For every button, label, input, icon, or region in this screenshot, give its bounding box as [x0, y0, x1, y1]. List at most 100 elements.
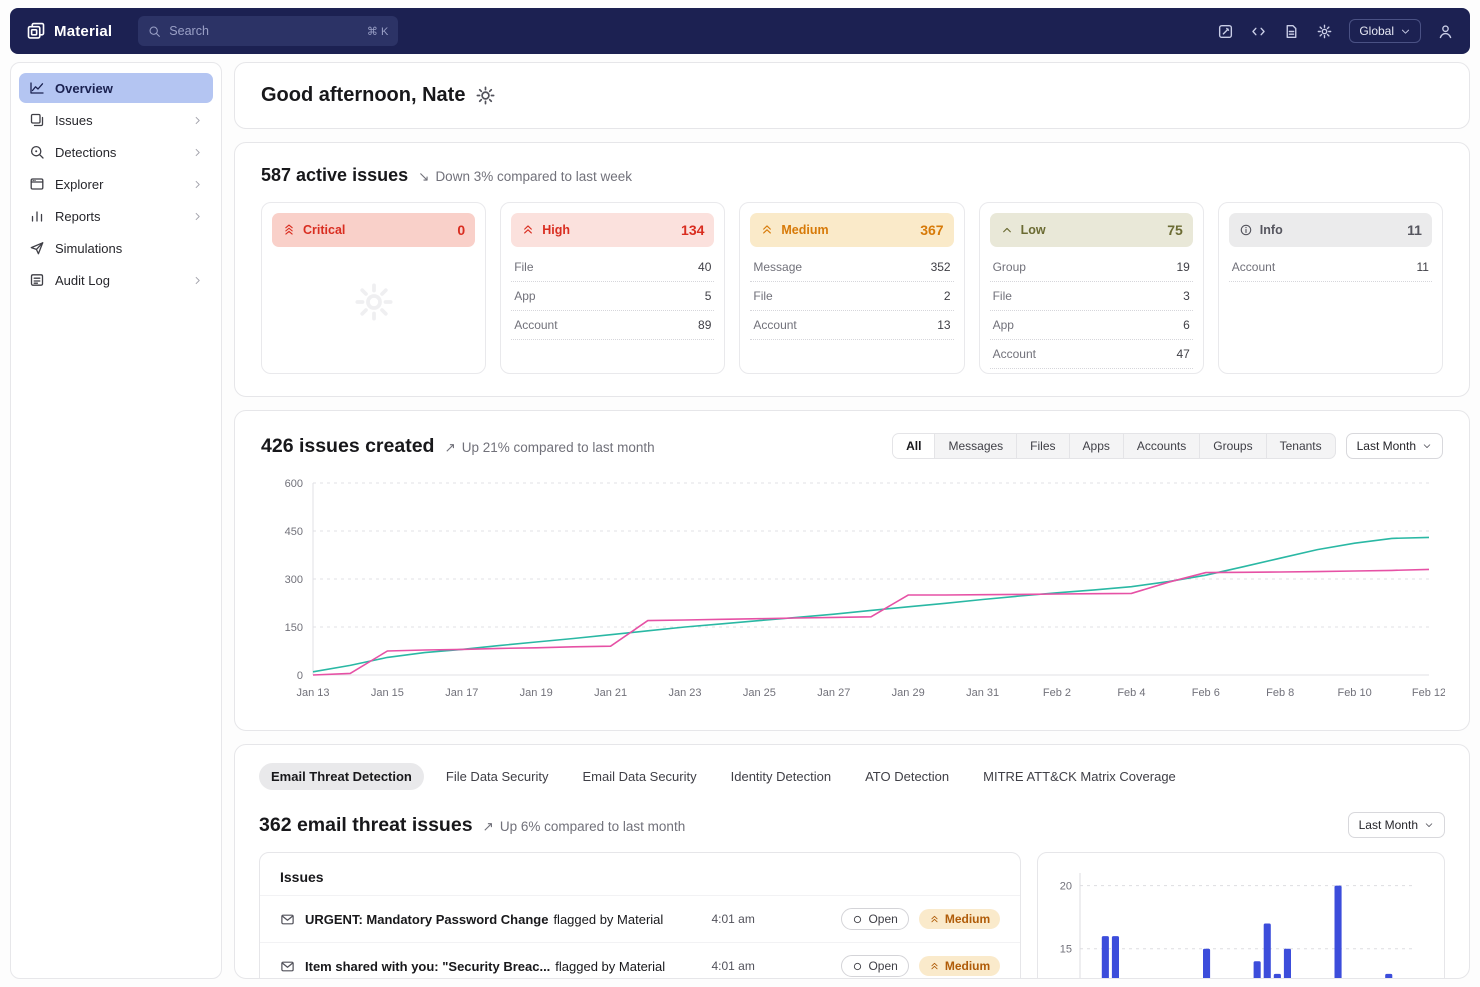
severity-label: Info: [1260, 223, 1283, 237]
main-content: Good afternoon, Nate 587 active issues ↘…: [234, 62, 1470, 979]
sidebar-item-label: Simulations: [55, 241, 122, 256]
code-icon[interactable]: [1250, 23, 1267, 40]
svg-text:Jan 15: Jan 15: [371, 687, 404, 699]
sidebar-item-label: Detections: [55, 145, 116, 160]
email-threats-bar-chart-card: 101520: [1037, 852, 1445, 979]
sidebar: OverviewIssues Detections Explorer Reports S…: [10, 62, 222, 979]
chevrons-up-2-icon: [760, 223, 774, 237]
search-box[interactable]: ⌘ K: [138, 16, 398, 46]
detection-tab-email-data-security[interactable]: Email Data Security: [570, 763, 708, 790]
nav-left: Material ⌘ K: [26, 16, 398, 46]
svg-text:15: 15: [1060, 944, 1072, 956]
status-badge[interactable]: Open: [841, 908, 908, 930]
severity-badge[interactable]: Medium: [919, 909, 1000, 929]
document-icon[interactable]: [1283, 23, 1300, 40]
filter-tab-files[interactable]: Files: [1017, 434, 1069, 458]
sidebar-item-simulations[interactable]: Simulations: [19, 233, 213, 263]
svg-text:Jan 23: Jan 23: [668, 687, 701, 699]
svg-text:0: 0: [297, 670, 303, 682]
svg-text:150: 150: [285, 622, 303, 634]
svg-text:Jan 25: Jan 25: [743, 687, 776, 699]
sidebar-item-issues[interactable]: Issues: [19, 105, 213, 135]
search-input[interactable]: [169, 24, 359, 38]
greeting-text: Good afternoon, Nate: [261, 84, 465, 107]
user-icon[interactable]: [1437, 23, 1454, 40]
issue-time: 4:01 am: [711, 912, 831, 926]
severity-card-low[interactable]: Low75Group19File3App6Account47: [979, 202, 1204, 374]
severity-card-critical[interactable]: Critical0: [261, 202, 486, 374]
top-nav: Material ⌘ K Global: [10, 8, 1470, 54]
issue-title: Item shared with you: "Security Breac...…: [305, 959, 701, 974]
chevron-right-icon: [192, 275, 203, 286]
email-threats-trend: ↗ Up 6% compared to last month: [483, 819, 686, 835]
chevron-down-icon: [1422, 441, 1432, 451]
log-icon: [29, 272, 45, 288]
chevron-down-icon: [1400, 26, 1411, 37]
active-issues-trend: ↘ Down 3% compared to last week: [418, 169, 632, 185]
sidebar-item-overview[interactable]: Overview: [19, 73, 213, 103]
issue-row[interactable]: Item shared with you: "Security Breac...…: [260, 942, 1020, 979]
sidebar-item-audit-log[interactable]: Audit Log: [19, 265, 213, 295]
filter-tab-tenants[interactable]: Tenants: [1267, 434, 1335, 458]
greeting-card: Good afternoon, Nate: [234, 62, 1470, 129]
detection-tab-email-threat-detection[interactable]: Email Threat Detection: [259, 763, 424, 790]
issues-created-filter-tabs: AllMessagesFilesAppsAccountsGroupsTenant…: [892, 433, 1336, 459]
filter-tab-messages[interactable]: Messages: [935, 434, 1017, 458]
chevron-right-icon: [192, 179, 203, 190]
severity-card-high[interactable]: High134File40App5Account89: [500, 202, 725, 374]
issue-row[interactable]: URGENT: Mandatory Password Changeflagged…: [260, 895, 1020, 942]
brand[interactable]: Material: [26, 21, 112, 41]
detection-tabs: Email Threat Detection File Data Security…: [235, 745, 1469, 794]
mail-icon: [280, 912, 295, 927]
email-threats-title: 362 email threat issues: [259, 814, 473, 837]
detection-card: Email Threat Detection File Data Security…: [234, 744, 1470, 979]
svg-text:Feb 4: Feb 4: [1117, 687, 1145, 699]
filter-tab-groups[interactable]: Groups: [1200, 434, 1266, 458]
issues-created-line-chart: 0150300450600Jan 13Jan 15Jan 17Jan 19Jan…: [261, 473, 1443, 708]
sidebar-item-explorer[interactable]: Explorer: [19, 169, 213, 199]
detection-tab-ato-detection[interactable]: ATO Detection: [853, 763, 961, 790]
filter-tab-apps[interactable]: Apps: [1070, 434, 1124, 458]
sun-icon: [475, 85, 496, 106]
svg-text:Feb 12: Feb 12: [1412, 687, 1445, 699]
active-issues-card: 587 active issues ↘ Down 3% compared to …: [234, 142, 1470, 397]
svg-text:300: 300: [285, 574, 303, 586]
global-scope-button[interactable]: Global: [1349, 19, 1421, 43]
severity-grid: Critical0High134File40App5Account89 Mediu…: [261, 202, 1443, 374]
severity-label: Critical: [303, 223, 345, 237]
detection-tab-mitre-att-ck-matrix-coverage[interactable]: MITRE ATT&CK Matrix Coverage: [971, 763, 1188, 790]
status-badge[interactable]: Open: [841, 955, 908, 977]
sidebar-nav: OverviewIssues Detections Explorer Reports S…: [19, 73, 213, 295]
email-issues-list-card: Issues URGENT: Mandatory Password Change…: [259, 852, 1021, 979]
sidebar-item-detections[interactable]: Detections: [19, 137, 213, 167]
settings-icon[interactable]: [1316, 23, 1333, 40]
filter-tab-all[interactable]: All: [893, 434, 935, 458]
severity-label: Low: [1021, 223, 1046, 237]
severity-card-medium[interactable]: Medium367Message352File2Account13: [739, 202, 964, 374]
chevrons-up-2-icon: [521, 223, 535, 237]
filter-tab-accounts[interactable]: Accounts: [1124, 434, 1200, 458]
severity-breakdown-row: App6: [990, 311, 1193, 340]
sidebar-item-label: Audit Log: [55, 273, 110, 288]
info-icon: [1239, 223, 1253, 237]
issues-created-card: 426 issues created ↗ Up 21% compared to …: [234, 410, 1470, 731]
chevrons-up-2-icon: [929, 961, 940, 972]
svg-text:600: 600: [285, 478, 303, 490]
severity-card-info[interactable]: Info11Account11: [1218, 202, 1443, 374]
severity-chip: Medium367: [750, 213, 953, 247]
email-threats-range-select[interactable]: Last Month: [1348, 812, 1445, 838]
global-scope-label: Global: [1359, 24, 1394, 38]
detection-tab-file-data-security[interactable]: File Data Security: [434, 763, 561, 790]
svg-text:450: 450: [285, 526, 303, 538]
sidebar-item-reports[interactable]: Reports: [19, 201, 213, 231]
severity-badge[interactable]: Medium: [919, 956, 1000, 976]
svg-text:Feb 6: Feb 6: [1192, 687, 1220, 699]
severity-breakdown-row: Account89: [511, 311, 714, 340]
detection-tab-identity-detection[interactable]: Identity Detection: [719, 763, 843, 790]
severity-label: Medium: [781, 223, 828, 237]
issues-list-header: Issues: [260, 853, 1020, 895]
sidebar-item-label: Explorer: [55, 177, 103, 192]
severity-breakdown-row: Message352: [750, 253, 953, 282]
issues-created-range-select[interactable]: Last Month: [1346, 433, 1443, 459]
compose-icon[interactable]: [1217, 23, 1234, 40]
